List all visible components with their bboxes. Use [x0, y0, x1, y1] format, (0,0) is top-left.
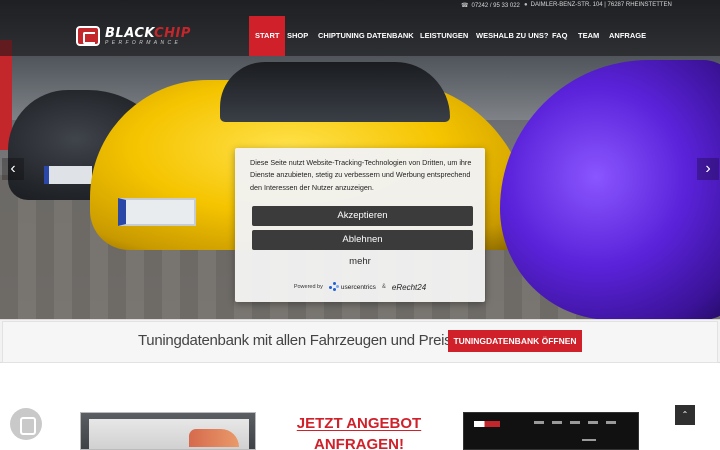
hero-license-plate	[118, 198, 196, 226]
nav-item-chiptuning-datenbank[interactable]: CHIPTUNING DATENBANK	[318, 16, 414, 56]
location-pin-icon: ●	[524, 2, 528, 8]
usercentrics-name: usercentrics	[340, 283, 376, 291]
nav-item-weshalb-zu-uns[interactable]: WESHALB ZU UNS?	[476, 16, 549, 56]
nav-item-shop[interactable]: SHOP	[287, 16, 308, 56]
accept-button[interactable]: Akzeptieren	[252, 206, 473, 226]
cookie-consent-dialog: Diese Seite nutzt Website-Tracking-Techn…	[235, 148, 485, 302]
nav-item-faq[interactable]: FAQ	[552, 16, 567, 56]
phone-icon: ☎	[461, 3, 469, 9]
preview-logo	[474, 421, 500, 427]
open-tuning-database-button[interactable]: TUNINGDATENBANK ÖFFNEN	[448, 330, 582, 352]
preview-line	[582, 439, 596, 441]
more-info-link[interactable]: mehr	[235, 256, 485, 267]
top-info-bar: ☎ 07242 / 95 33 022 ● DAIMLER-BENZ-STR. …	[0, 0, 720, 14]
chat-icon[interactable]	[10, 408, 42, 440]
logo-word-chip: CHIP	[154, 25, 191, 41]
address-text: DAIMLER-BENZ-STR. 104 | 76287 RHEINSTETT…	[530, 2, 672, 8]
chevron-right-icon[interactable]: ›	[697, 158, 719, 180]
scroll-to-top-button[interactable]: ⌃	[675, 405, 695, 425]
footer-ampersand: &	[381, 284, 386, 290]
usercentrics-dots-icon	[328, 282, 339, 292]
contact-phone[interactable]: ☎ 07242 / 95 33 022	[461, 2, 520, 10]
nav-item-anfrage[interactable]: ANFRAGE	[609, 16, 646, 56]
phone-number: 07242 / 95 33 022	[471, 2, 520, 9]
website-preview-image	[463, 412, 639, 450]
usercentrics-logo[interactable]: usercentrics	[328, 282, 376, 292]
nav-item-leistungen[interactable]: LEISTUNGEN	[420, 16, 468, 56]
contact-address: ● DAIMLER-BENZ-STR. 104 | 76287 RHEINSTE…	[524, 2, 672, 8]
logo-wordmark: BLACKCHIP	[105, 27, 191, 40]
tuning-database-text: Tuningdatenbank mit allen Fahrzeugen und…	[138, 332, 468, 349]
logo-text: BLACKCHIP PERFORMANCE	[105, 27, 191, 46]
laptop-screen	[89, 419, 249, 449]
main-header: BLACKCHIP PERFORMANCE START SHOP CHIPTUN…	[0, 14, 720, 56]
hero-car-yellow-windshield	[220, 62, 450, 122]
preview-nav	[534, 421, 624, 424]
decline-button[interactable]: Ablehnen	[252, 230, 473, 250]
site-logo[interactable]: BLACKCHIP PERFORMANCE	[76, 25, 221, 47]
consent-footer: Powered by usercentrics & eRecht24	[235, 280, 485, 294]
tuning-database-bar: Tuningdatenbank mit allen Fahrzeugen und…	[0, 319, 720, 363]
nav-item-start[interactable]: START	[249, 16, 286, 56]
offer-line-2: ANFRAGEN!	[314, 436, 404, 450]
logo-tagline: PERFORMANCE	[105, 39, 182, 46]
request-offer-heading[interactable]: JETZT ANGEBOT ANFRAGEN!	[290, 413, 428, 450]
logo-word-black: BLACK	[105, 25, 155, 41]
consent-message: Diese Seite nutzt Website-Tracking-Techn…	[250, 158, 472, 192]
hero-license-plate-small	[44, 166, 92, 184]
offer-line-1: JETZT ANGEBOT	[296, 415, 422, 432]
erecht24-logo[interactable]: eRecht24	[392, 283, 426, 292]
nav-item-team[interactable]: TEAM	[578, 16, 599, 56]
laptop-tuning-image	[80, 412, 256, 450]
page: ‹ › ☎ 07242 / 95 33 022 ● DAIMLER-BENZ-S…	[0, 0, 720, 450]
logo-badge-icon	[76, 26, 100, 46]
chevron-left-icon[interactable]: ‹	[2, 158, 24, 180]
powered-by-label: Powered by	[293, 284, 323, 290]
